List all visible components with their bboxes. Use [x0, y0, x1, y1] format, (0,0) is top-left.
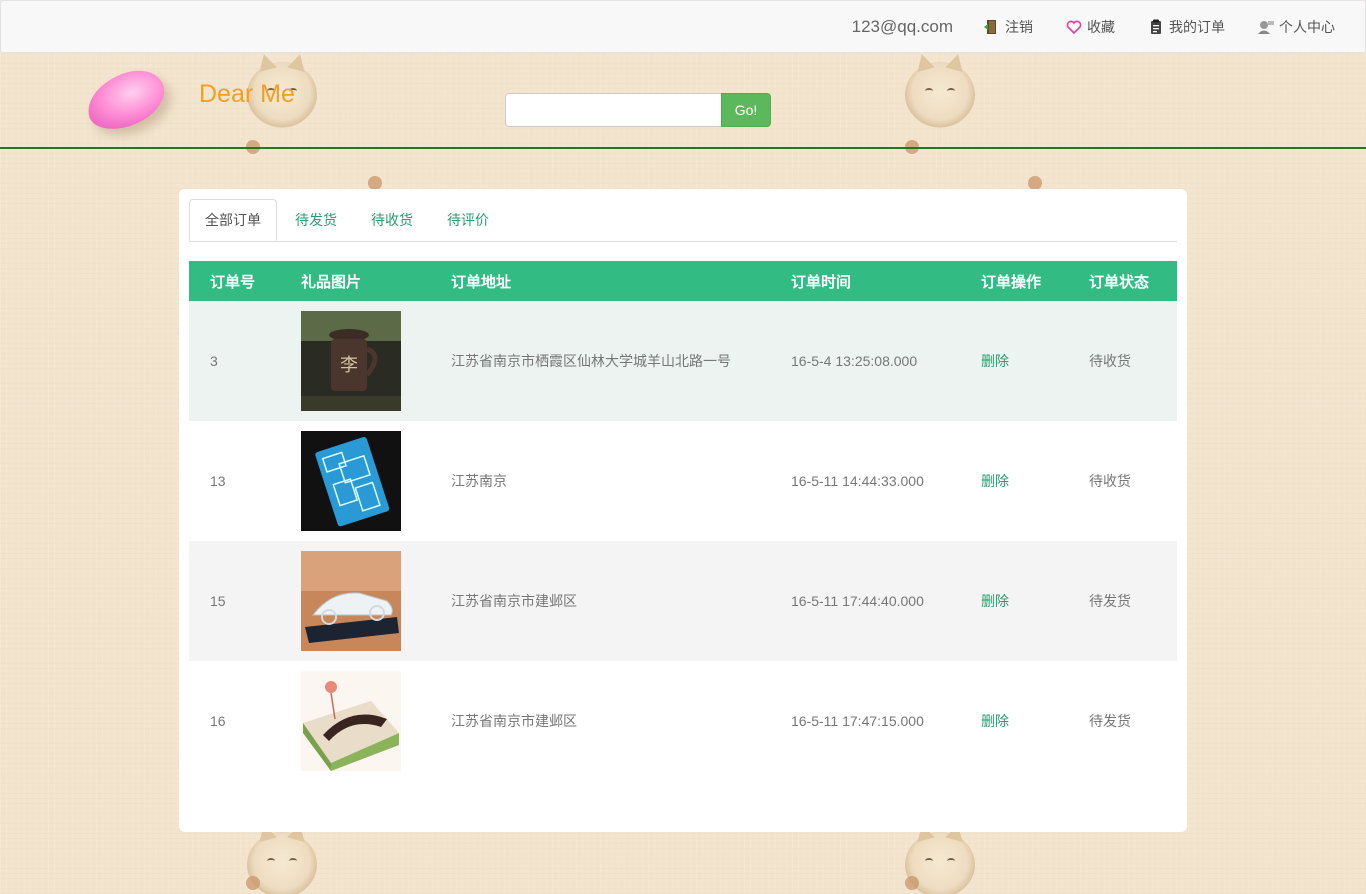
order-id: 13	[210, 473, 226, 489]
delete-order-link[interactable]: 删除	[981, 473, 1009, 489]
tab-pending-receipt[interactable]: 待收货	[356, 199, 428, 240]
nav-my-orders-label: 我的订单	[1169, 18, 1225, 35]
tab-pending-shipment[interactable]: 待发货	[280, 199, 352, 240]
table-header-row: 订单号 礼品图片 订单地址 订单时间 订单操作 订单状态	[189, 261, 1177, 301]
tab-pending-review[interactable]: 待评价	[432, 199, 504, 240]
user-email[interactable]: 123@qq.com	[852, 17, 953, 37]
order-status: 待发货	[1089, 593, 1131, 609]
order-status: 待收货	[1089, 353, 1131, 369]
orders-panel: 全部订单 待发货 待收货 待评价 订单号 礼品图片 订单地址 订单时间 订单操作…	[179, 189, 1187, 832]
order-action-cell: 删除	[960, 421, 1068, 541]
top-nav-links: 123@qq.com 注销 收藏 我的订单 个人中心	[852, 1, 1335, 52]
column-header-address: 订单地址	[451, 273, 512, 291]
column-header-status: 订单状态	[1089, 273, 1150, 291]
order-action-cell: 删除	[960, 301, 1068, 421]
brand-title[interactable]: Dear Me	[199, 80, 295, 109]
site-header: Dear Me Go!	[0, 52, 1366, 149]
nav-favorites-label: 收藏	[1087, 18, 1115, 35]
order-address: 江苏省南京市建邺区	[451, 713, 577, 729]
user-profile-icon	[1258, 20, 1274, 34]
table-row: 15 江苏省南京市建邺区 16-5-11 17:44:40.000 删除 待发货	[189, 541, 1177, 661]
table-row: 13 江苏南京 16-5-11 14:44:33.000 删除 待收货	[189, 421, 1177, 541]
order-action-cell: 删除	[960, 541, 1068, 661]
decorative-paw-icon	[1028, 176, 1042, 190]
gift-image-tea-mug[interactable]: 李	[301, 311, 401, 411]
order-action-cell: 删除	[960, 661, 1068, 781]
clipboard-icon	[1151, 19, 1161, 34]
heart-icon	[1066, 20, 1082, 34]
order-time: 16-5-11 17:47:15.000	[791, 713, 924, 729]
decorative-paw-icon	[246, 876, 260, 890]
gift-image-crystal-car[interactable]	[301, 551, 401, 651]
top-navbar: 123@qq.com 注销 收藏 我的订单 个人中心	[0, 0, 1366, 53]
gift-image-cell	[280, 661, 430, 781]
nav-profile[interactable]: 个人中心	[1257, 17, 1335, 37]
order-id: 16	[210, 713, 226, 729]
gift-image-cell	[280, 541, 430, 661]
order-time: 16-5-11 14:44:33.000	[791, 473, 924, 489]
order-address: 江苏南京	[451, 473, 507, 489]
gift-image-lighter[interactable]	[301, 431, 401, 531]
svg-text:李: 李	[340, 355, 358, 376]
order-tabs: 全部订单 待发货 待收货 待评价	[189, 199, 1177, 242]
gift-image-cell: 李	[280, 301, 430, 421]
tab-all-orders[interactable]: 全部订单	[189, 199, 277, 241]
gift-image-comb-box[interactable]	[301, 671, 401, 771]
logout-door-icon	[984, 19, 996, 34]
search-go-button[interactable]: Go!	[721, 93, 771, 127]
order-status: 待收货	[1089, 473, 1131, 489]
order-time: 16-5-11 17:44:40.000	[791, 593, 924, 609]
order-id: 3	[210, 353, 218, 369]
nav-my-orders[interactable]: 我的订单	[1147, 17, 1225, 37]
orders-table: 订单号 礼品图片 订单地址 订单时间 订单操作 订单状态 3 李 江苏省南京市栖…	[189, 261, 1177, 781]
column-header-gift-image: 礼品图片	[301, 273, 362, 291]
column-header-action: 订单操作	[981, 273, 1042, 291]
nav-logout-label: 注销	[1005, 18, 1033, 35]
column-header-order-id: 订单号	[210, 273, 256, 291]
nav-favorites[interactable]: 收藏	[1065, 17, 1115, 37]
column-header-time: 订单时间	[791, 273, 852, 291]
order-address: 江苏省南京市建邺区	[451, 593, 577, 609]
decorative-paw-icon	[905, 876, 919, 890]
search-input[interactable]	[505, 93, 733, 127]
delete-order-link[interactable]: 删除	[981, 593, 1009, 609]
order-id: 15	[210, 593, 226, 609]
gift-image-cell	[280, 421, 430, 541]
table-row: 16 江苏省南京市建邺区 16-5-11 17:47:15.000 删除 待发货	[189, 661, 1177, 781]
nav-profile-label: 个人中心	[1279, 18, 1335, 35]
order-address: 江苏省南京市栖霞区仙林大学城羊山北路一号	[451, 353, 731, 369]
petal-logo-icon	[79, 62, 173, 138]
nav-logout[interactable]: 注销	[983, 17, 1033, 37]
order-time: 16-5-4 13:25:08.000	[791, 353, 918, 369]
order-status: 待发货	[1089, 713, 1131, 729]
decorative-paw-icon	[368, 176, 382, 190]
delete-order-link[interactable]: 删除	[981, 713, 1009, 729]
table-row: 3 李 江苏省南京市栖霞区仙林大学城羊山北路一号 16-5-4 13:25:08…	[189, 301, 1177, 421]
delete-order-link[interactable]: 删除	[981, 353, 1009, 369]
